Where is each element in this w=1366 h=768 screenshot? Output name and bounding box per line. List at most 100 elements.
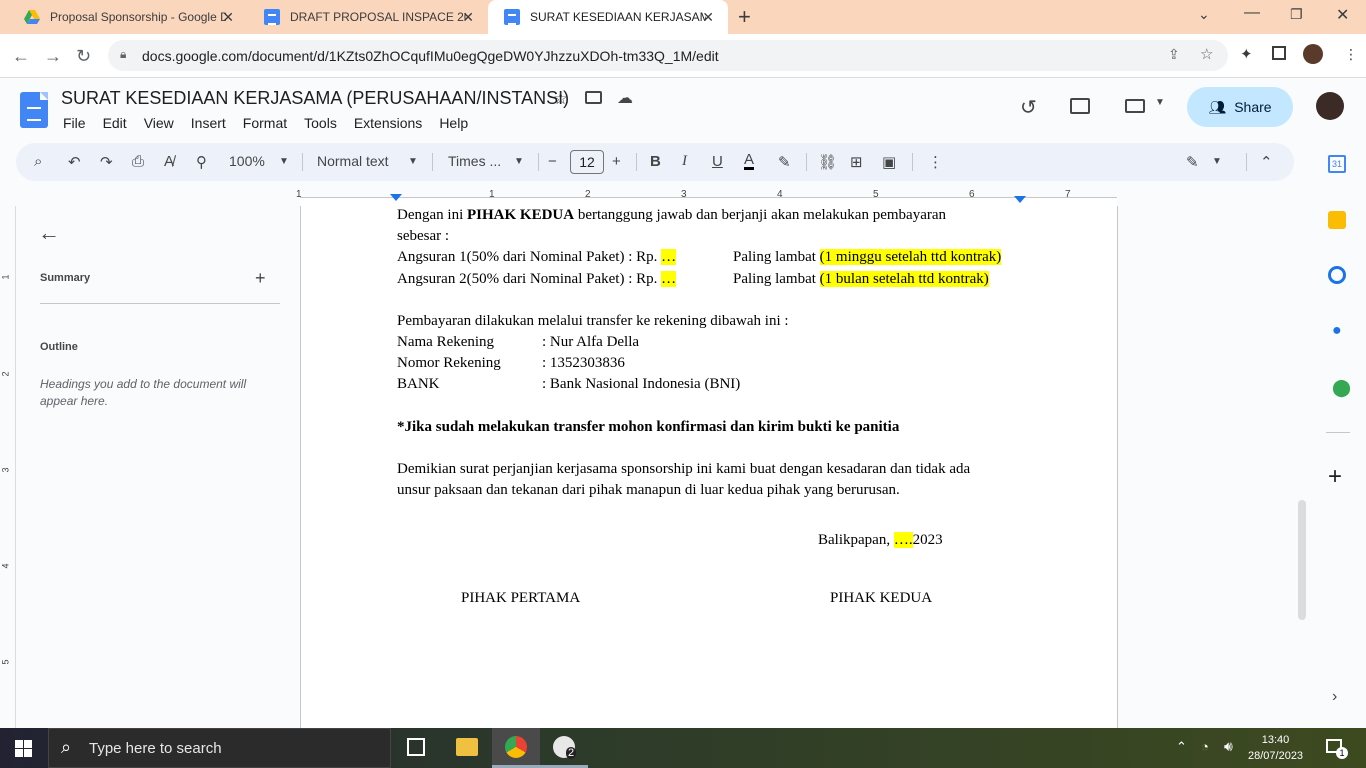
paint-format-icon[interactable]: ⚲ xyxy=(196,153,207,171)
font-size-input[interactable]: 12 xyxy=(570,150,604,174)
close-outline-arrow-icon[interactable]: ← xyxy=(38,220,60,246)
windows-start-icon[interactable] xyxy=(15,740,32,757)
version-history-icon[interactable]: ↺ xyxy=(1020,95,1037,120)
highlight-color-icon[interactable]: ✎ xyxy=(778,153,791,171)
decrease-font-size-icon[interactable]: − xyxy=(548,153,557,170)
cloud-status-icon[interactable]: ☁ xyxy=(617,88,633,108)
contacts-icon[interactable]: ● xyxy=(1332,322,1342,340)
search-menus-icon[interactable]: ⌕ xyxy=(34,153,42,170)
clock-date: 28/07/2023 xyxy=(1248,750,1304,762)
task-view-icon[interactable] xyxy=(407,738,425,756)
ruler-number: 3 xyxy=(681,189,687,200)
font-select[interactable]: Times ... xyxy=(448,153,501,169)
installment-1-deadline: Paling lambat (1 minggu setelah ttd kont… xyxy=(733,248,1002,266)
style-select[interactable]: Normal text xyxy=(317,153,389,169)
document-page[interactable]: Dengan ini PIHAK KEDUA bertanggung jawab… xyxy=(300,206,1118,728)
left-indent-marker[interactable] xyxy=(390,194,402,201)
calendar-icon[interactable]: 31 xyxy=(1328,155,1346,173)
tab-search-icon[interactable]: ⌄ xyxy=(1198,6,1210,23)
network-icon[interactable]: ◔ xyxy=(1201,739,1209,754)
confirmation-note: *Jika sudah melakukan transfer mohon kon… xyxy=(397,419,900,435)
insert-image-icon[interactable]: ▣ xyxy=(882,153,896,171)
chrome-taskbar-button[interactable] xyxy=(492,728,540,768)
tasks-icon[interactable] xyxy=(1328,266,1346,284)
extensions-icon[interactable]: ✦ xyxy=(1240,45,1253,63)
file-explorer-icon[interactable] xyxy=(456,738,478,756)
tab-title: SURAT KESEDIAAN KERJASAMA ( xyxy=(530,10,706,24)
browser-tab-draft[interactable]: DRAFT PROPOSAL INSPACE 2023 ✕ xyxy=(248,0,488,34)
meet-icon[interactable] xyxy=(1125,99,1145,113)
menu-extensions[interactable]: Extensions xyxy=(354,115,422,131)
insert-link-icon[interactable]: ⛓︎ xyxy=(818,153,837,171)
scrollbar-thumb[interactable] xyxy=(1298,500,1306,620)
star-icon[interactable]: ☆ xyxy=(553,89,568,109)
browser-tab-proposal[interactable]: Proposal Sponsorship - Google D ✕ xyxy=(8,0,248,34)
chrome-profile-taskbar-button[interactable]: 2 xyxy=(540,728,588,768)
keep-icon[interactable] xyxy=(1328,211,1346,229)
get-addons-icon[interactable]: + xyxy=(1328,463,1342,491)
closing-line-1: Demikian surat perjanjian kerjasama spon… xyxy=(397,461,971,477)
taskbar-search[interactable]: ⌕ Type here to search xyxy=(48,728,391,768)
text-run: Dengan ini xyxy=(397,207,467,223)
signature-second-party: PIHAK KEDUA xyxy=(830,590,933,606)
restore-icon[interactable]: ❐ xyxy=(1290,6,1303,23)
hide-menus-icon[interactable]: ⌃ xyxy=(1260,153,1273,171)
taskbar-clock[interactable]: 13:40 28/07/2023 xyxy=(1248,732,1303,764)
italic-icon[interactable]: I xyxy=(682,153,687,170)
text-run: Balikpapan, xyxy=(818,532,894,548)
move-folder-icon[interactable] xyxy=(585,91,602,104)
account-avatar[interactable] xyxy=(1316,92,1344,120)
address-bar[interactable]: 🔒︎ docs.google.com/document/d/1KZts0ZhOC… xyxy=(108,40,1228,71)
comments-icon[interactable] xyxy=(1070,98,1090,114)
menu-view[interactable]: View xyxy=(144,115,174,131)
menu-edit[interactable]: Edit xyxy=(103,115,127,131)
undo-icon[interactable]: ↶ xyxy=(68,153,81,171)
close-window-icon[interactable]: ✕ xyxy=(1336,5,1349,25)
reload-icon[interactable]: ↻ xyxy=(76,46,91,67)
zoom-dropdown-icon[interactable]: ▼ xyxy=(279,156,289,167)
browser-menu-icon[interactable]: ⋮ xyxy=(1344,46,1358,63)
share-button[interactable]: 👥︎ Share xyxy=(1187,87,1293,127)
forward-icon[interactable]: → xyxy=(44,46,62,67)
menu-file[interactable]: File xyxy=(63,115,86,131)
add-comment-icon[interactable]: ⊞ xyxy=(850,153,863,171)
back-icon[interactable]: ← xyxy=(12,46,30,67)
share-page-icon[interactable]: ⇪ xyxy=(1168,46,1180,63)
menu-insert[interactable]: Insert xyxy=(191,115,226,131)
menu-format[interactable]: Format xyxy=(243,115,287,131)
menu-help[interactable]: Help xyxy=(439,115,468,131)
menu-tools[interactable]: Tools xyxy=(304,115,337,131)
zoom-select[interactable]: 100% xyxy=(229,153,265,169)
text-color-icon[interactable]: A xyxy=(744,152,755,170)
close-tab-icon[interactable]: ✕ xyxy=(462,9,474,26)
show-side-panel-icon[interactable]: › xyxy=(1332,688,1337,706)
volume-icon[interactable]: 🔊︎ xyxy=(1224,738,1233,755)
bookmark-star-icon[interactable]: ☆ xyxy=(1200,45,1213,63)
show-hidden-icons-icon[interactable]: ⌃ xyxy=(1176,739,1187,755)
spellcheck-icon[interactable]: A̸ xyxy=(164,153,174,170)
right-indent-marker[interactable] xyxy=(1014,196,1026,203)
editing-mode-icon[interactable]: ✎ xyxy=(1186,153,1199,171)
toolbar-divider xyxy=(432,153,433,171)
side-panel-icon[interactable] xyxy=(1272,46,1286,60)
style-dropdown-icon[interactable]: ▼ xyxy=(408,156,418,167)
maps-icon[interactable]: ⬤ xyxy=(1332,378,1351,398)
editing-mode-dropdown-icon[interactable]: ▼ xyxy=(1212,156,1222,167)
increase-font-size-icon[interactable]: + xyxy=(612,153,621,170)
browser-tab-surat[interactable]: SURAT KESEDIAAN KERJASAMA ( ✕ xyxy=(488,0,728,34)
more-options-icon[interactable]: ⋮ xyxy=(928,153,943,171)
redo-icon[interactable]: ↷ xyxy=(100,153,113,171)
document-title[interactable]: SURAT KESEDIAAN KERJASAMA (PERUSAHAAN/IN… xyxy=(61,88,569,109)
new-tab-button[interactable]: + xyxy=(738,4,751,30)
add-summary-button[interactable]: + xyxy=(255,268,266,289)
print-icon[interactable]: ⎙ xyxy=(132,153,144,170)
docs-logo-icon[interactable] xyxy=(20,92,48,128)
profile-avatar[interactable] xyxy=(1303,44,1323,64)
close-tab-icon[interactable]: ✕ xyxy=(222,9,234,26)
underline-icon[interactable]: U xyxy=(712,153,723,170)
minimize-icon[interactable]: — xyxy=(1244,4,1260,22)
close-tab-icon[interactable]: ✕ xyxy=(702,9,714,26)
meet-dropdown-icon[interactable]: ▼ xyxy=(1155,97,1165,108)
font-dropdown-icon[interactable]: ▼ xyxy=(514,156,524,167)
bold-icon[interactable]: B xyxy=(650,153,661,170)
